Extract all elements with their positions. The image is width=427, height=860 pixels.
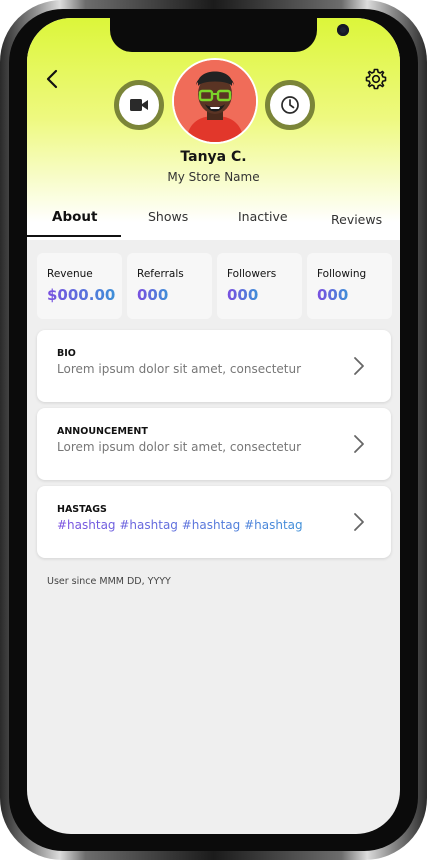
card-title: ANNOUNCEMENT	[57, 426, 148, 437]
card-text: Lorem ipsum dolor sit amet, consectetur	[57, 440, 302, 454]
tab-shows[interactable]: Shows	[148, 209, 188, 224]
chevron-right-icon	[354, 357, 364, 375]
chevron-right-icon	[354, 513, 364, 531]
profile-name: Tanya C.	[180, 149, 247, 165]
announcement-card[interactable]: ANNOUNCEMENT Lorem ipsum dolor sit amet,…	[37, 408, 391, 480]
chevron-right-icon	[354, 435, 364, 453]
card-title: BIO	[57, 348, 76, 359]
stat-value: 000	[227, 286, 259, 304]
stat-value: 000	[137, 286, 169, 304]
stat-value: 000	[317, 286, 349, 304]
card-title: HASTAGS	[57, 504, 107, 515]
hashtags-card[interactable]: HASTAGS #hashtag #hashtag #hashtag #hash…	[37, 486, 391, 558]
avatar	[172, 58, 258, 144]
camera-icon	[337, 24, 349, 36]
stat-label: Followers	[227, 268, 277, 280]
video-camera-icon	[130, 99, 148, 111]
app-screen: Tanya C. My Store Name About Shows Inact…	[27, 18, 400, 834]
stat-label: Referrals	[137, 268, 184, 280]
profile-tabs: About Shows Inactive Reviews	[27, 200, 400, 240]
history-button[interactable]	[265, 80, 315, 130]
card-text: Lorem ipsum dolor sit amet, consectetur	[57, 362, 302, 376]
settings-button[interactable]	[363, 66, 389, 92]
stats-row: Revenue $000.00 Referrals 000 Followers …	[37, 253, 392, 319]
avatar-illustration	[174, 60, 256, 142]
hashtag-list: #hashtag #hashtag #hashtag #hashtag	[57, 518, 303, 532]
stat-revenue: Revenue $000.00	[37, 253, 122, 319]
stat-value: $000.00	[47, 286, 116, 304]
store-name: My Store Name	[167, 170, 260, 184]
clock-icon	[281, 96, 299, 114]
stat-label: Revenue	[47, 268, 93, 280]
video-button[interactable]	[114, 80, 164, 130]
chevron-left-icon	[46, 69, 58, 89]
back-button[interactable]	[41, 66, 63, 92]
tab-inactive[interactable]: Inactive	[238, 209, 288, 224]
bio-card[interactable]: BIO Lorem ipsum dolor sit amet, consecte…	[37, 330, 391, 402]
tab-about[interactable]: About	[52, 209, 97, 225]
gear-icon	[365, 68, 387, 90]
active-tab-indicator	[27, 235, 121, 237]
tab-reviews[interactable]: Reviews	[331, 212, 382, 227]
phone-notch	[110, 18, 349, 52]
stat-following: Following 000	[307, 253, 392, 319]
stat-label: Following	[317, 268, 367, 280]
user-since-text: User since MMM DD, YYYY	[47, 576, 171, 587]
stat-referrals: Referrals 000	[127, 253, 212, 319]
stat-followers: Followers 000	[217, 253, 302, 319]
